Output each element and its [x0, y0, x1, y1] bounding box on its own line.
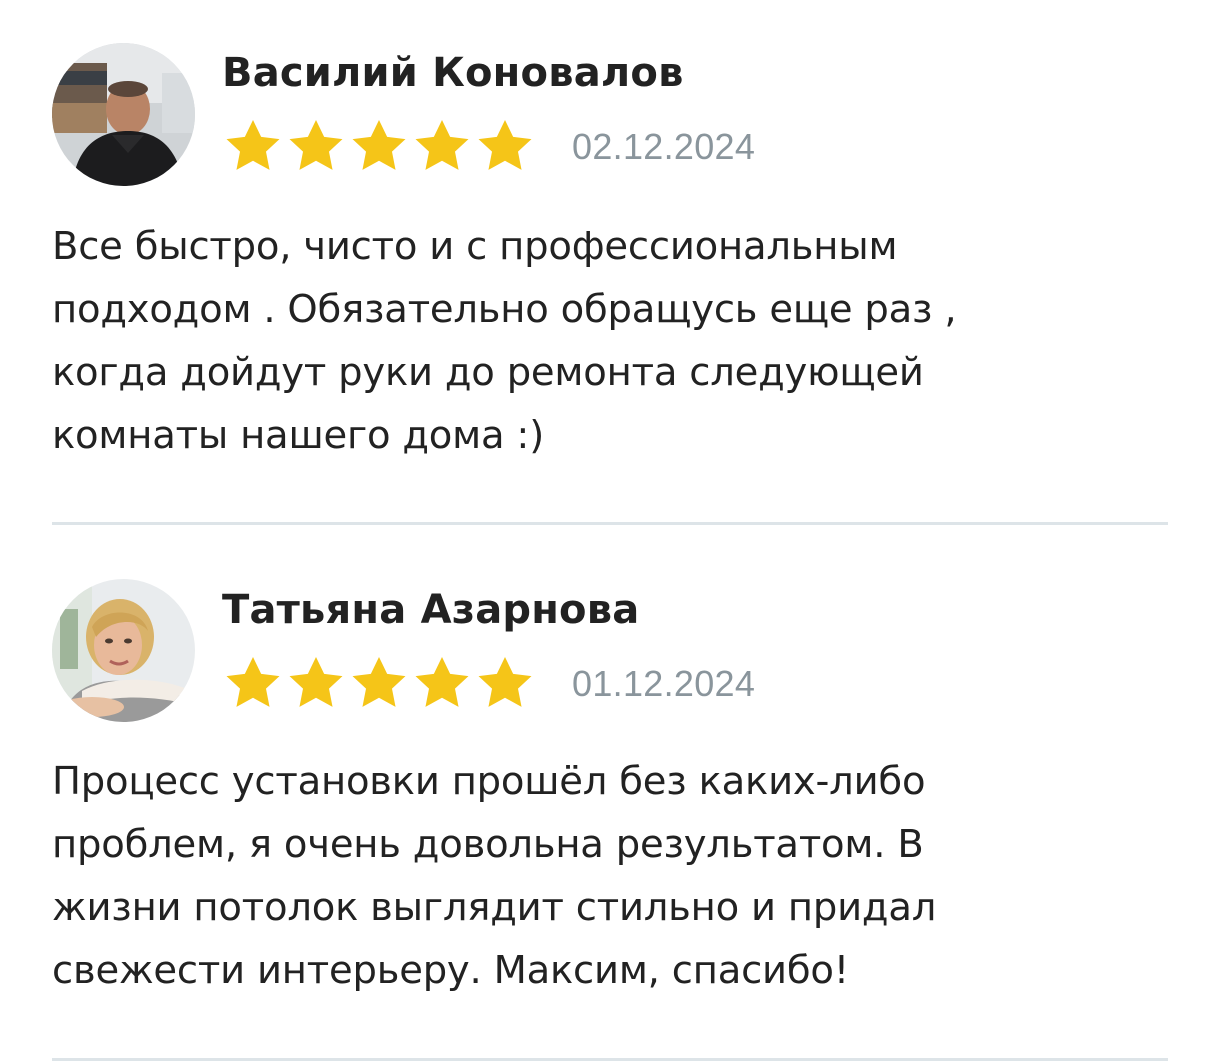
avatar[interactable] — [52, 579, 195, 722]
star-icon — [222, 655, 284, 711]
star-icon — [348, 655, 410, 711]
rating-stars — [222, 118, 537, 174]
star-icon — [411, 118, 473, 174]
star-icon — [285, 118, 347, 174]
author-name[interactable]: Василий Коновалов — [222, 50, 684, 96]
star-icon — [285, 655, 347, 711]
star-icon — [474, 118, 536, 174]
star-icon — [348, 118, 410, 174]
user-photo-woman-icon — [52, 579, 195, 722]
review-text: Все быстро, чисто и с профессиональным п… — [52, 224, 957, 458]
review-date: 01.12.2024 — [572, 663, 756, 704]
avatar[interactable] — [52, 43, 195, 186]
review-date: 02.12.2024 — [572, 126, 756, 167]
review-card: Василий Коновалов 02.12.2024 Все быстро,… — [0, 0, 1220, 525]
divider — [52, 522, 1168, 525]
divider — [52, 1058, 1168, 1061]
review-card: Татьяна Азарнова 01.12.2024 Процесс уста… — [0, 535, 1220, 1063]
review-text: Процесс установки прошёл без каких-либо … — [52, 759, 937, 993]
star-icon — [222, 118, 284, 174]
star-icon — [411, 655, 473, 711]
rating-stars — [222, 655, 537, 711]
author-name[interactable]: Татьяна Азарнова — [222, 587, 639, 633]
star-icon — [474, 655, 536, 711]
user-photo-man-icon — [52, 43, 195, 186]
